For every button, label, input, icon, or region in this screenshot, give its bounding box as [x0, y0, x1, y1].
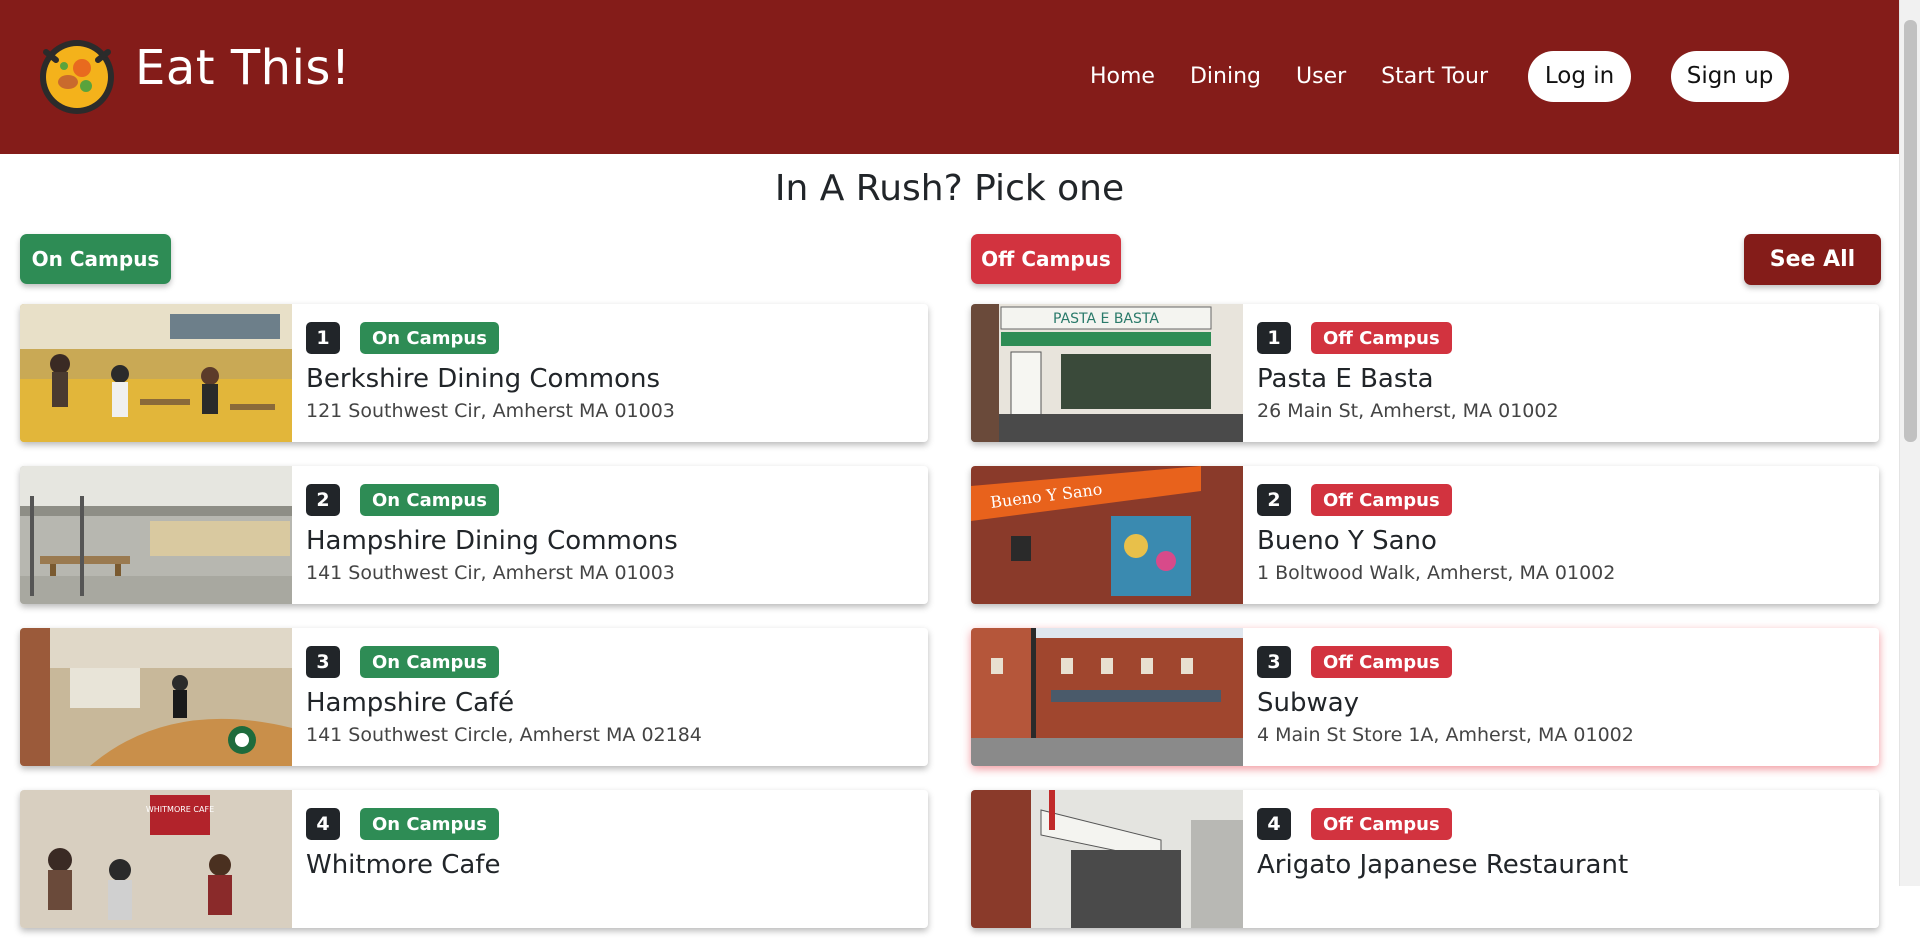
card-body: 2 On Campus Hampshire Dining Commons 141…: [292, 466, 678, 604]
signup-button[interactable]: Sign up: [1671, 50, 1790, 102]
restaurant-name[interactable]: Hampshire Dining Commons: [306, 526, 678, 556]
restaurant-address: 141 Southwest Circle, Amherst MA 02184: [306, 724, 702, 746]
nav-home[interactable]: Home: [1090, 64, 1155, 89]
restaurant-card[interactable]: Bueno Y Sano 2 Off Campus Bueno Y Sano 1…: [971, 466, 1879, 604]
restaurant-card[interactable]: WHITMORE CAFE 4 On Campus Whitmore Cafe: [20, 790, 928, 928]
rank-badge: 1: [1257, 322, 1291, 354]
scrollbar[interactable]: [1899, 0, 1920, 886]
card-badges: 3 Off Campus: [1257, 646, 1634, 678]
restaurant-address: 26 Main St, Amherst, MA 01002: [1257, 400, 1559, 422]
food-bowl-logo-icon[interactable]: [38, 38, 116, 116]
card-body: 4 Off Campus Arigato Japanese Restaurant: [1243, 790, 1628, 928]
rank-badge: 4: [1257, 808, 1291, 840]
restaurant-address: 4 Main St Store 1A, Amherst, MA 01002: [1257, 724, 1634, 746]
scrollbar-thumb[interactable]: [1904, 20, 1917, 442]
pasta-sign-text: PASTA E BASTA: [1053, 311, 1159, 327]
card-badges: 4 Off Campus: [1257, 808, 1628, 840]
off-campus-filter-button[interactable]: Off Campus: [971, 234, 1121, 284]
off-campus-badge: Off Campus: [1311, 322, 1452, 354]
restaurant-name[interactable]: Arigato Japanese Restaurant: [1257, 850, 1628, 880]
card-body: 4 On Campus Whitmore Cafe: [292, 790, 500, 928]
rank-badge: 3: [306, 646, 340, 678]
restaurant-name[interactable]: Subway: [1257, 688, 1634, 718]
restaurant-address: 1 Boltwood Walk, Amherst, MA 01002: [1257, 562, 1616, 584]
card-body: 1 On Campus Berkshire Dining Commons 121…: [292, 304, 675, 442]
rank-badge: 2: [306, 484, 340, 516]
restaurant-photo: [971, 628, 1243, 766]
restaurant-photo: Bueno Y Sano: [971, 466, 1243, 604]
card-body: 1 Off Campus Pasta E Basta 26 Main St, A…: [1243, 304, 1559, 442]
restaurant-name[interactable]: Whitmore Cafe: [306, 850, 500, 880]
restaurant-address: 121 Southwest Cir, Amherst MA 01003: [306, 400, 675, 422]
rank-badge: 4: [306, 808, 340, 840]
restaurant-photo: WHITMORE CAFE: [20, 790, 292, 928]
restaurant-photo: [971, 790, 1243, 928]
whitmore-sign-text: WHITMORE CAFE: [146, 805, 214, 814]
off-campus-list: PASTA E BASTA 1 Off Campus Pasta E Basta…: [971, 304, 1879, 952]
on-campus-filter-button[interactable]: On Campus: [20, 234, 171, 284]
restaurant-photo: PASTA E BASTA: [971, 304, 1243, 442]
rank-badge: 3: [1257, 646, 1291, 678]
card-badges: 2 On Campus: [306, 484, 678, 516]
nav-links: Home Dining User Start Tour Log in Sign …: [1090, 50, 1790, 102]
restaurant-name[interactable]: Bueno Y Sano: [1257, 526, 1615, 556]
card-body: 3 On Campus Hampshire Café 141 Southwest…: [292, 628, 702, 766]
restaurant-card[interactable]: PASTA E BASTA 1 Off Campus Pasta E Basta…: [971, 304, 1879, 442]
off-campus-badge: Off Campus: [1311, 646, 1452, 678]
card-badges: 4 On Campus: [306, 808, 500, 840]
card-badges: 3 On Campus: [306, 646, 702, 678]
restaurant-name[interactable]: Hampshire Café: [306, 688, 702, 718]
card-body: 3 Off Campus Subway 4 Main St Store 1A, …: [1243, 628, 1634, 766]
on-campus-badge: On Campus: [360, 322, 499, 354]
restaurant-photo: [20, 304, 292, 442]
restaurant-photo: [20, 466, 292, 604]
card-badges: 1 Off Campus: [1257, 322, 1559, 354]
restaurant-card[interactable]: 4 Off Campus Arigato Japanese Restaurant: [971, 790, 1879, 928]
rank-badge: 1: [306, 322, 340, 354]
restaurant-name[interactable]: Berkshire Dining Commons: [306, 364, 675, 394]
see-all-button[interactable]: See All: [1744, 234, 1881, 285]
nav-start-tour[interactable]: Start Tour: [1381, 64, 1488, 89]
page-heading: In A Rush? Pick one: [774, 168, 1125, 209]
restaurant-card[interactable]: 3 Off Campus Subway 4 Main St Store 1A, …: [971, 628, 1879, 766]
card-body: 2 Off Campus Bueno Y Sano 1 Boltwood Wal…: [1243, 466, 1615, 604]
nav-user[interactable]: User: [1296, 64, 1346, 89]
restaurant-card[interactable]: 1 On Campus Berkshire Dining Commons 121…: [20, 304, 928, 442]
restaurant-address: 141 Southwest Cir, Amherst MA 01003: [306, 562, 675, 584]
on-campus-badge: On Campus: [360, 646, 499, 678]
restaurant-card[interactable]: 3 On Campus Hampshire Café 141 Southwest…: [20, 628, 928, 766]
card-badges: 2 Off Campus: [1257, 484, 1615, 516]
on-campus-badge: On Campus: [360, 484, 499, 516]
login-button[interactable]: Log in: [1528, 50, 1632, 102]
restaurant-photo: [20, 628, 292, 766]
navbar: Eat This! Home Dining User Start Tour Lo…: [0, 0, 1899, 154]
restaurant-card[interactable]: 2 On Campus Hampshire Dining Commons 141…: [20, 466, 928, 604]
on-campus-list: 1 On Campus Berkshire Dining Commons 121…: [20, 304, 928, 952]
card-badges: 1 On Campus: [306, 322, 675, 354]
restaurant-name[interactable]: Pasta E Basta: [1257, 364, 1559, 394]
on-campus-badge: On Campus: [360, 808, 499, 840]
rank-badge: 2: [1257, 484, 1291, 516]
off-campus-badge: Off Campus: [1311, 484, 1452, 516]
brand-title[interactable]: Eat This!: [135, 40, 351, 96]
off-campus-badge: Off Campus: [1311, 808, 1452, 840]
nav-dining[interactable]: Dining: [1190, 64, 1261, 89]
